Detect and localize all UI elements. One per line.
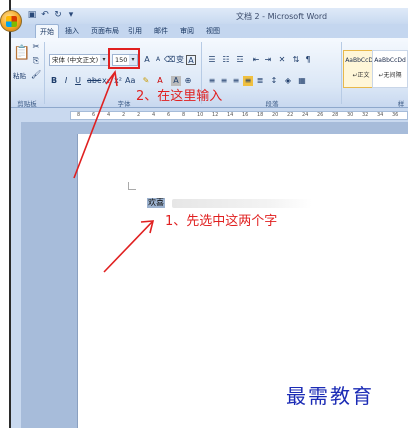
- save-icon[interactable]: ▣: [27, 10, 37, 20]
- ruler-number: 36: [392, 112, 399, 118]
- chinese-layout-icon[interactable]: ✕: [277, 55, 287, 65]
- ruler-number: 10: [197, 112, 204, 118]
- align-right-icon[interactable]: ≡: [231, 76, 241, 86]
- ruler-number: 28: [332, 112, 339, 118]
- format-painter-icon[interactable]: 🖌: [31, 70, 41, 80]
- horizontal-ruler[interactable]: 8 6 4 2 2 4 6 8 10 12 14 16 18 20 22 24 26 28 30 32 34 36: [70, 111, 408, 120]
- sort-icon[interactable]: ⇅: [291, 55, 301, 65]
- paragraph-group-label: 段落: [265, 100, 279, 108]
- show-marks-icon[interactable]: ¶: [303, 55, 313, 65]
- quick-access-toolbar: ▣ ↶ ↻ ▾: [27, 10, 76, 22]
- justify-icon[interactable]: ≡: [243, 76, 253, 86]
- redo-icon[interactable]: ↻: [53, 10, 63, 20]
- ruler-number: 26: [317, 112, 324, 118]
- ruler-number: 14: [227, 112, 234, 118]
- annotation-step1: 1、先选中这两个字: [165, 214, 278, 229]
- ruler-number: 12: [212, 112, 219, 118]
- font-name-value: 宋体 (中文正文): [52, 56, 99, 64]
- tab-references[interactable]: 引用: [128, 26, 142, 36]
- ruler-number: 18: [257, 112, 264, 118]
- tab-page-layout[interactable]: 页面布局: [91, 26, 119, 36]
- increase-indent-icon[interactable]: ⇥: [263, 55, 273, 65]
- subscript-icon[interactable]: x₂: [101, 76, 111, 86]
- style-no-spacing-sample: AaBbCcDd: [374, 57, 406, 64]
- customize-qat-icon[interactable]: ▾: [66, 10, 76, 20]
- ruler-number: 34: [377, 112, 384, 118]
- decrease-indent-icon[interactable]: ⇤: [251, 55, 261, 65]
- bold-icon[interactable]: B: [49, 76, 59, 86]
- bullets-icon[interactable]: ☰: [207, 55, 217, 65]
- ruler-number: 20: [272, 112, 279, 118]
- ruler-number: 2: [122, 112, 126, 118]
- font-size-highlight-box: [108, 48, 140, 69]
- tab-view[interactable]: 视图: [206, 26, 220, 36]
- numbering-icon[interactable]: ☷: [221, 55, 231, 65]
- title-bar: ▣ ↶ ↻ ▾ 文档 2 - Microsoft Word: [11, 8, 408, 24]
- ruler-number: 4: [152, 112, 156, 118]
- chevron-down-icon[interactable]: ▾: [100, 55, 108, 65]
- shading-icon[interactable]: ◈: [283, 76, 293, 86]
- group-separator: [341, 42, 342, 104]
- paste-icon[interactable]: 📋: [13, 44, 30, 62]
- line-spacing-icon[interactable]: ↕: [269, 76, 279, 86]
- ruler-number: 2: [137, 112, 141, 118]
- borders-icon[interactable]: ▦: [297, 76, 307, 86]
- ruler-number: 16: [242, 112, 249, 118]
- window-title: 文档 2 - Microsoft Word: [236, 12, 328, 21]
- copy-icon[interactable]: ⎘: [31, 56, 41, 66]
- ruler-number: 6: [167, 112, 171, 118]
- ruler-number: 24: [302, 112, 309, 118]
- tab-mailings[interactable]: 邮件: [154, 26, 168, 36]
- styles-group-label: 样: [397, 100, 405, 108]
- italic-icon[interactable]: I: [61, 76, 71, 86]
- undo-icon[interactable]: ↶: [40, 10, 50, 20]
- ruler-number: 30: [347, 112, 354, 118]
- ruler-number: 4: [107, 112, 111, 118]
- ribbon-tabs: 开始 插入 页面布局 引用 邮件 审阅 视图: [11, 24, 408, 38]
- paste-label[interactable]: 粘贴: [13, 70, 26, 80]
- margin-corner-mark: [128, 182, 136, 190]
- change-case-icon[interactable]: Aa: [125, 76, 135, 86]
- distributed-icon[interactable]: ≣: [255, 76, 265, 86]
- clipboard-group-label: 剪贴板: [17, 100, 37, 108]
- ruler-number: 8: [77, 112, 81, 118]
- word-window: ▣ ↶ ↻ ▾ 文档 2 - Microsoft Word 开始 插入 页面布局…: [0, 0, 408, 428]
- office-button[interactable]: [0, 10, 22, 32]
- phonetic-guide-icon[interactable]: 变: [175, 55, 185, 65]
- tab-home[interactable]: 开始: [35, 24, 59, 38]
- superscript-icon[interactable]: x²: [113, 76, 123, 86]
- ruler-number: 6: [92, 112, 96, 118]
- group-separator: [44, 42, 45, 104]
- clear-format-icon[interactable]: ⌫: [164, 55, 175, 65]
- multilevel-list-icon[interactable]: ☲: [235, 55, 245, 65]
- tab-insert[interactable]: 插入: [65, 26, 79, 36]
- grow-font-icon[interactable]: A: [142, 55, 152, 65]
- cut-icon[interactable]: ✂: [31, 42, 41, 52]
- office-logo-icon: [6, 16, 17, 27]
- tab-review[interactable]: 审阅: [180, 26, 194, 36]
- underline-icon[interactable]: U: [73, 76, 83, 86]
- annotation-step2: 2、在这里输入: [136, 89, 223, 104]
- ruler-number: 22: [287, 112, 294, 118]
- vertical-ruler[interactable]: [11, 122, 21, 428]
- ruler-number: 32: [362, 112, 369, 118]
- shrink-font-icon[interactable]: A: [153, 55, 163, 65]
- style-no-spacing[interactable]: AaBbCcDd ↵无间隔: [372, 50, 408, 88]
- selected-text[interactable]: 欢喜: [147, 198, 165, 208]
- watermark: 最需教育: [286, 384, 374, 408]
- strikethrough-icon[interactable]: abc: [87, 76, 101, 86]
- font-name-combo[interactable]: 宋体 (中文正文) ▾: [49, 54, 109, 66]
- ruler-number: 8: [182, 112, 186, 118]
- style-no-spacing-name: ↵无间隔: [378, 72, 402, 79]
- blurred-text: [172, 199, 312, 208]
- character-border-icon[interactable]: A: [186, 55, 196, 65]
